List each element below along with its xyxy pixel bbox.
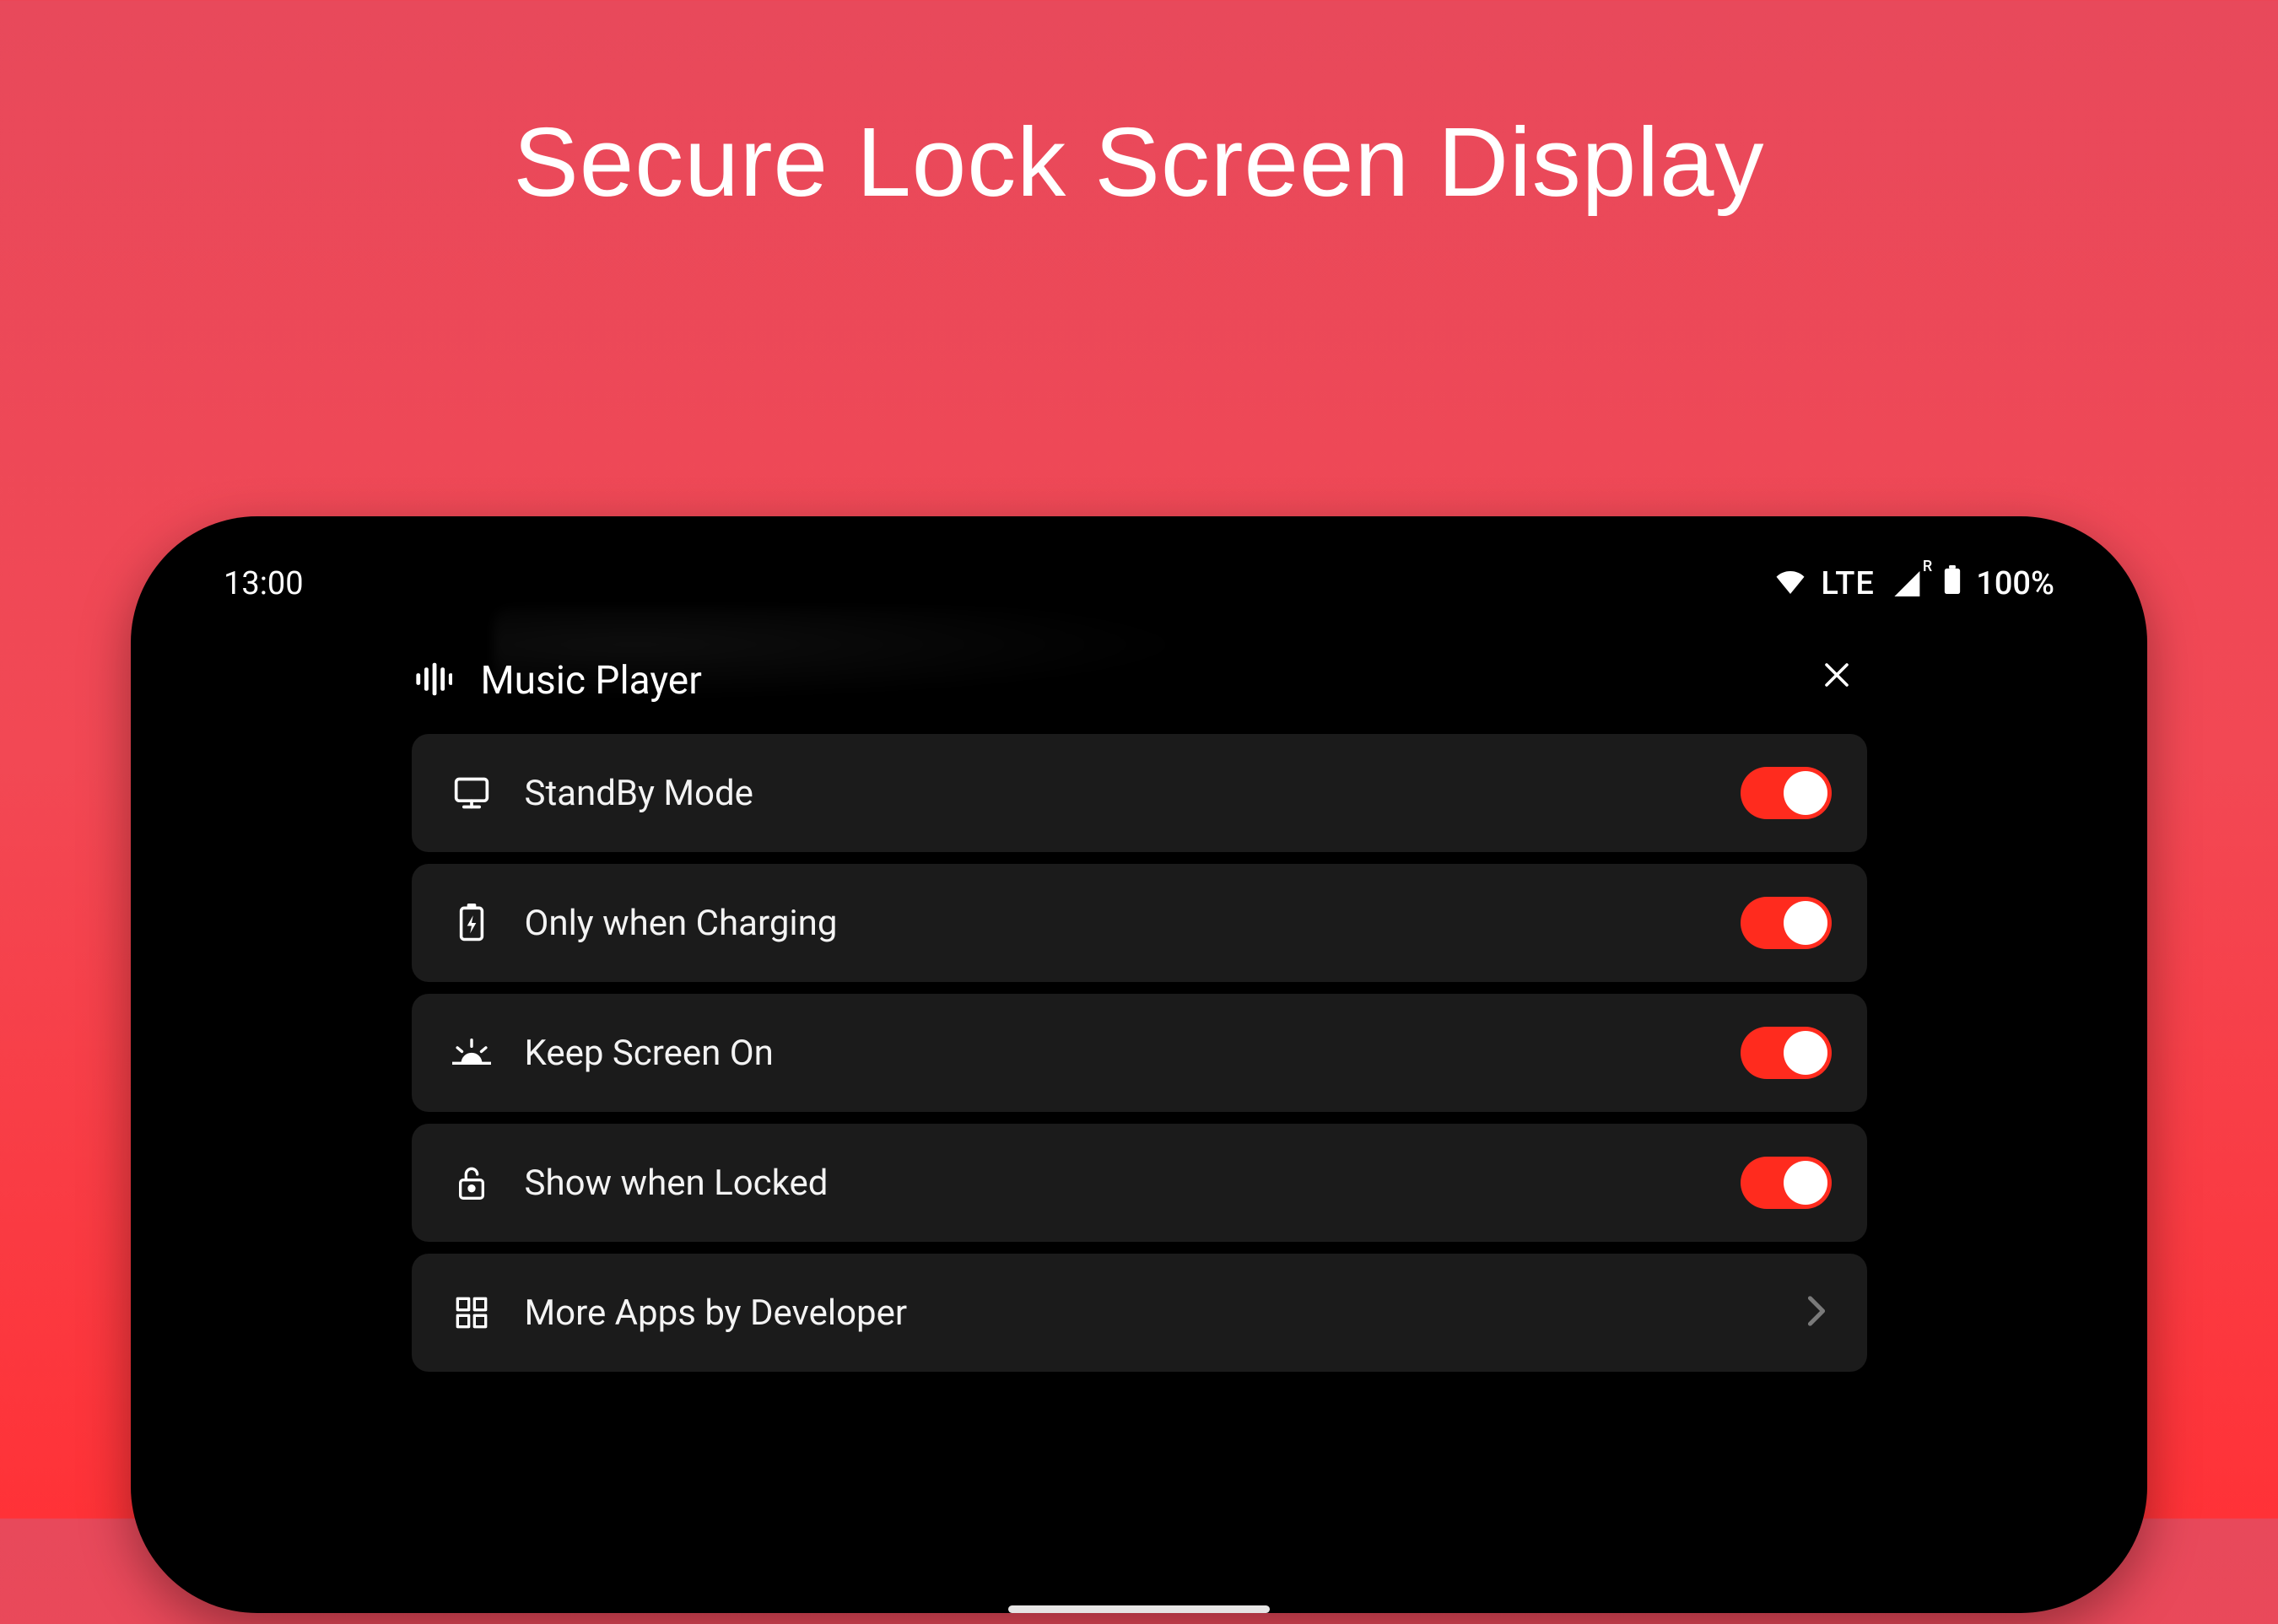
setting-label: Show when Locked [525, 1163, 1741, 1204]
status-time: 13:00 [224, 565, 304, 602]
device-frame: 13:00 LTE R 100% [131, 516, 2147, 1613]
setting-more-apps[interactable]: More Apps by Developer [412, 1254, 1867, 1372]
battery-icon [1944, 565, 1961, 602]
toggle-keep-screen[interactable] [1741, 1027, 1832, 1079]
monitor-icon [447, 774, 496, 812]
setting-label: Keep Screen On [525, 1033, 1741, 1074]
setting-label: Only when Charging [525, 903, 1741, 944]
setting-only-charging[interactable]: Only when Charging [412, 864, 1867, 982]
battery-percentage: 100% [1976, 565, 2054, 602]
equalizer-icon [415, 661, 452, 701]
toggle-locked[interactable] [1741, 1157, 1832, 1209]
brightness-icon [447, 1036, 496, 1070]
app-header: Music Player [412, 650, 1867, 734]
apps-grid-icon [447, 1296, 496, 1330]
chevron-right-icon [1806, 1295, 1827, 1330]
app-title: Music Player [481, 658, 702, 704]
toggle-charging[interactable] [1741, 897, 1832, 949]
setting-show-when-locked[interactable]: Show when Locked [412, 1124, 1867, 1242]
promo-title: Secure Lock Screen Display [0, 105, 2278, 219]
toggle-standby[interactable] [1741, 767, 1832, 819]
toggle-knob [1784, 1031, 1827, 1075]
roaming-indicator: R [1923, 558, 1932, 583]
toggle-knob [1784, 771, 1827, 815]
network-label: LTE [1821, 565, 1875, 602]
setting-keep-screen-on[interactable]: Keep Screen On [412, 994, 1867, 1112]
wifi-icon [1775, 565, 1806, 602]
toggle-knob [1784, 901, 1827, 945]
setting-standby-mode[interactable]: StandBy Mode [412, 734, 1867, 852]
status-right: LTE R 100% [1775, 565, 2054, 602]
close-button[interactable] [1813, 651, 1860, 702]
signal-icon: R [1892, 571, 1932, 596]
setting-label: More Apps by Developer [525, 1292, 1806, 1334]
settings-panel: Music Player StandBy Mode Only when Char… [412, 650, 1867, 1372]
battery-charging-icon [447, 904, 496, 942]
home-indicator[interactable] [1008, 1605, 1270, 1613]
toggle-knob [1784, 1161, 1827, 1205]
setting-label: StandBy Mode [525, 773, 1741, 814]
settings-list: StandBy Mode Only when Charging Keep Scr… [412, 734, 1867, 1372]
lock-icon [447, 1164, 496, 1201]
